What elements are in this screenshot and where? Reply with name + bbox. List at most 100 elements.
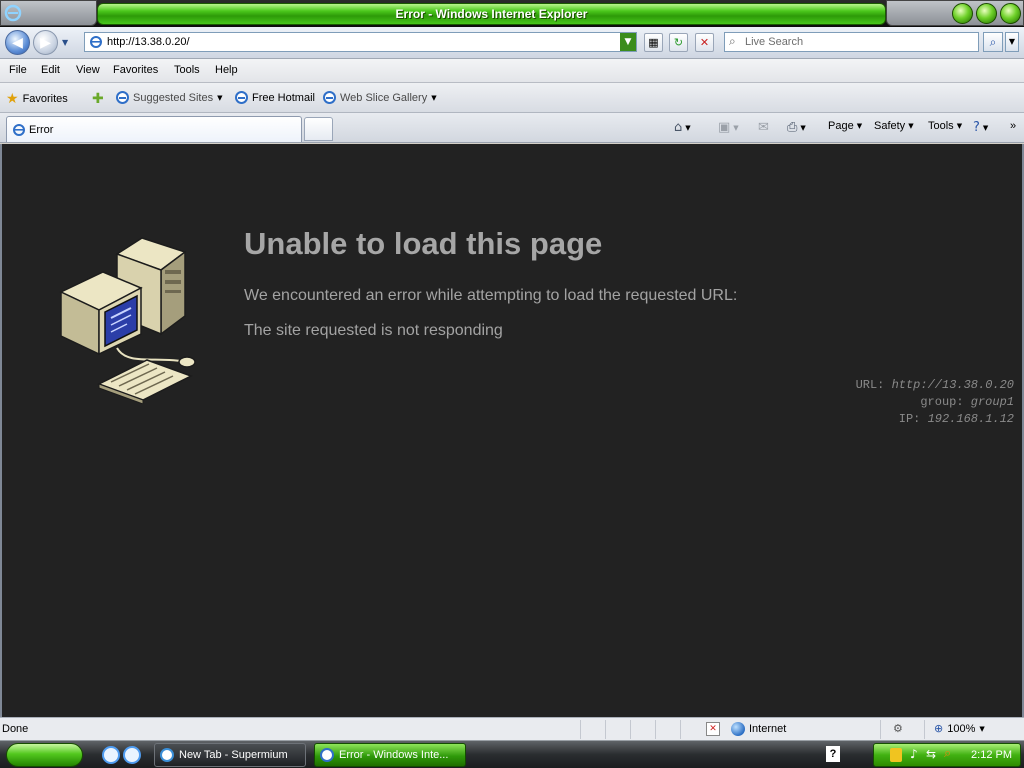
more-commands-label: »	[1010, 120, 1017, 132]
group-info-value: group1	[970, 395, 1014, 409]
web-slice-gallery-link[interactable]: Web Slice Gallery ▼	[323, 91, 437, 104]
page-menu-label: Page	[828, 120, 854, 132]
tab-error[interactable]: Error	[6, 116, 302, 142]
back-arrow-icon: ◀	[12, 34, 23, 51]
rss-feed-icon: ▣	[718, 120, 731, 135]
help-icon[interactable]: ?	[826, 746, 840, 762]
search-icon: ⌕	[729, 34, 736, 48]
new-tab-button[interactable]	[304, 117, 333, 141]
quick-launch-ie-icon[interactable]	[123, 746, 141, 764]
security-shield-icon[interactable]	[890, 748, 902, 762]
menu-edit[interactable]: Edit	[41, 64, 60, 76]
network-icon[interactable]: ⇆	[926, 747, 936, 761]
back-button[interactable]: ◀	[5, 30, 30, 55]
menu-help[interactable]: Help	[215, 64, 238, 76]
status-divider	[680, 720, 681, 739]
safety-menu-label: Safety	[874, 120, 906, 132]
protected-mode-icon[interactable]: ⚙	[893, 722, 903, 735]
recent-pages-dropdown-icon[interactable]: ▼	[62, 38, 68, 47]
add-to-favorites-bar-button[interactable]: ✚	[92, 91, 104, 107]
zoom-icon: ⊕	[934, 722, 944, 735]
group-info-row: group: group1	[856, 394, 1014, 411]
taskbar-item-ie-error[interactable]: Error - Windows Inte...	[314, 743, 466, 767]
favorites-button[interactable]: ★ Favorites	[6, 91, 68, 107]
taskbar: New Tab - Supermium Error - Windows Inte…	[0, 740, 1024, 768]
ie-icon	[320, 748, 334, 762]
menu-file[interactable]: File	[9, 64, 27, 76]
taskbar-item-label: Error - Windows Inte...	[339, 749, 449, 761]
stop-icon[interactable]: ✕	[695, 33, 714, 52]
zoom-control[interactable]: ⊕ 100% ▼	[934, 722, 985, 735]
search-options-dropdown-icon[interactable]: ▼	[1005, 32, 1019, 52]
dropdown-arrow-icon: ▼	[956, 122, 963, 130]
taskbar-item-label: New Tab - Supermium	[179, 749, 288, 761]
status-divider	[924, 720, 925, 739]
close-button[interactable]	[1000, 3, 1021, 24]
ie-page-icon	[323, 91, 336, 104]
help-menu-button[interactable]: ? ▼	[973, 120, 988, 135]
read-mail-button[interactable]: ✉	[758, 120, 769, 135]
zoom-level: 100%	[947, 722, 976, 735]
ip-info-row: IP: 192.168.1.12	[856, 411, 1014, 428]
navigation-bar: ◀ ▶ ▼ http://13.38.0.20/ ▼ ▦ ↻ ✕ ⌕ Live …	[0, 27, 1024, 59]
compatibility-view-icon[interactable]: ▦	[644, 33, 663, 52]
page-content: Unable to load this page We encountered …	[0, 144, 1024, 717]
status-divider	[605, 720, 606, 739]
status-divider	[880, 720, 881, 739]
request-info: URL: http://13.38.0.20 group: group1 IP:…	[856, 377, 1014, 428]
dropdown-arrow-icon: ▼	[685, 123, 691, 132]
more-commands-button[interactable]: »	[1010, 120, 1016, 132]
search-input[interactable]: ⌕ Live Search	[724, 32, 979, 52]
suggested-sites-link[interactable]: Suggested Sites ▼	[116, 91, 223, 104]
search-tray-icon[interactable]: ⌕	[944, 746, 951, 761]
group-info-label: group:	[920, 395, 964, 409]
url-info-row: URL: http://13.38.0.20	[856, 377, 1014, 394]
address-url[interactable]: http://13.38.0.20/	[107, 36, 190, 48]
tab-command-bar: Error ⌂ ▼ ▣ ▼ ✉ ⎙ ▼ Page ▼ Safety ▼ Tools ▼ ? ▼…	[0, 113, 1024, 143]
menu-favorites[interactable]: Favorites	[113, 64, 158, 76]
error-message: We encountered an error while attempting…	[244, 287, 738, 304]
status-divider	[580, 720, 581, 739]
error-title: Unable to load this page	[244, 226, 603, 261]
supermium-icon	[160, 748, 174, 762]
menu-view[interactable]: View	[76, 64, 100, 76]
minimize-button[interactable]	[952, 3, 973, 24]
dropdown-arrow-icon: ▼	[908, 122, 914, 130]
tools-menu-button[interactable]: Tools ▼	[928, 120, 962, 132]
clock[interactable]: 2:12 PM	[971, 749, 1012, 761]
add-favorite-icon: ✚	[92, 91, 104, 107]
taskbar-item-supermium[interactable]: New Tab - Supermium	[154, 743, 306, 767]
address-bar[interactable]: http://13.38.0.20/ ▼	[84, 32, 637, 52]
title-bar-left	[0, 0, 97, 26]
globe-icon	[731, 722, 745, 736]
search-placeholder: Live Search	[745, 36, 804, 48]
ie-icon[interactable]	[4, 4, 22, 22]
favorites-bar: ★ Favorites ✚ Suggested Sites ▼ Free Hot…	[0, 83, 1024, 113]
ie-page-icon	[235, 91, 248, 104]
quick-launch-ie-icon[interactable]	[102, 746, 120, 764]
computer-illustration	[59, 237, 196, 404]
status-divider	[630, 720, 631, 739]
refresh-icon[interactable]: ↻	[669, 33, 688, 52]
volume-icon[interactable]: ♪	[910, 747, 918, 761]
start-button[interactable]	[6, 743, 83, 767]
status-text: Done	[2, 723, 29, 735]
url-info-label: URL:	[855, 378, 885, 392]
security-zone[interactable]: Internet	[731, 722, 786, 736]
print-button[interactable]: ⎙ ▼	[787, 120, 806, 135]
free-hotmail-link[interactable]: Free Hotmail	[235, 91, 315, 104]
feeds-button[interactable]: ▣ ▼	[718, 120, 739, 135]
forward-button[interactable]: ▶	[33, 30, 58, 55]
address-dropdown-icon[interactable]: ▼	[620, 33, 636, 51]
safety-menu-button[interactable]: Safety ▼	[874, 120, 914, 132]
maximize-button[interactable]	[976, 3, 997, 24]
popup-blocked-icon[interactable]: ✕	[706, 722, 720, 736]
free-hotmail-label: Free Hotmail	[252, 91, 315, 104]
tab-label: Error	[29, 124, 54, 136]
search-button[interactable]: ⌕	[983, 32, 1003, 52]
system-tray: ♪ ⇆ ⌕ 2:12 PM	[873, 743, 1021, 767]
menu-tools[interactable]: Tools	[174, 64, 200, 76]
page-menu-button[interactable]: Page ▼	[828, 120, 862, 132]
home-button[interactable]: ⌂ ▼	[674, 120, 691, 135]
url-info-value: http://13.38.0.20	[891, 378, 1014, 392]
